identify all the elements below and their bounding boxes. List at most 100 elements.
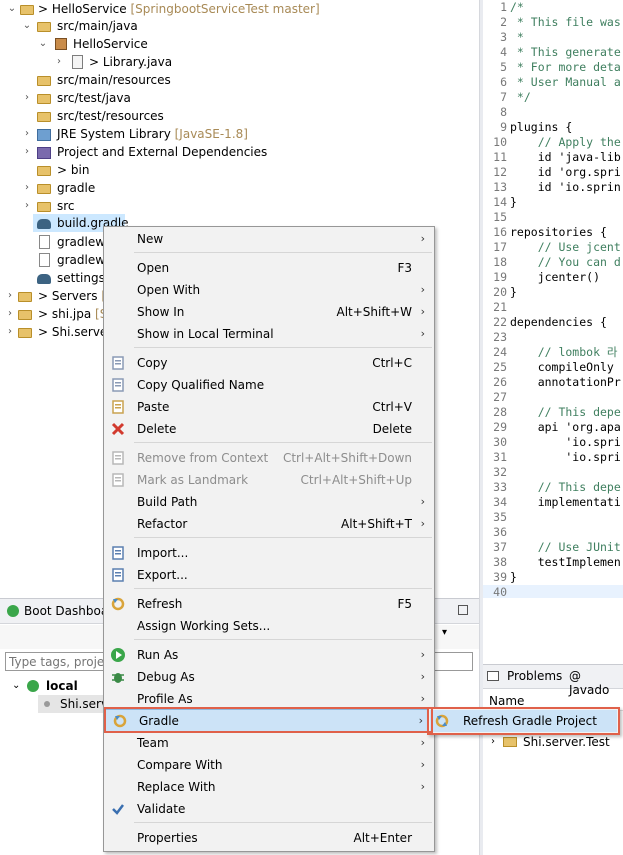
chevron-down-icon[interactable]: ⌄ <box>6 0 18 18</box>
menu-item-team[interactable]: Team › <box>104 732 434 754</box>
tree-item-bin[interactable]: > bin <box>0 161 479 179</box>
tree-item-shi-server-app[interactable]: Shi.serv <box>38 695 108 713</box>
tree-item-gradle[interactable]: › gradle <box>0 179 479 197</box>
code-line[interactable]: 28 // This depe <box>483 405 623 420</box>
chevron-right-icon[interactable]: › <box>21 179 33 197</box>
chevron-right-icon[interactable]: › <box>53 53 65 71</box>
chevron-right-icon[interactable]: › <box>4 323 16 341</box>
menu-item-compare-with[interactable]: Compare With › <box>104 754 434 776</box>
code-line[interactable]: 26 annotationPr <box>483 375 623 390</box>
code-line[interactable]: 36 <box>483 525 623 540</box>
tab-problems[interactable]: Problems <box>507 669 562 683</box>
chevron-right-icon[interactable]: › <box>21 197 33 215</box>
menu-item-show-in-local-terminal[interactable]: Show in Local Terminal › <box>104 323 434 345</box>
code-line[interactable]: 20} <box>483 285 623 300</box>
menu-item-remove-from-context[interactable]: Remove from Context Ctrl+Alt+Shift+Down <box>104 447 434 469</box>
code-line[interactable]: 23 <box>483 330 623 345</box>
tree-item-shi-jpa[interactable]: › > shi.jpa [S <box>0 305 110 323</box>
code-line[interactable]: 16 repositories { <box>483 225 623 240</box>
code-line[interactable]: 13 id 'io.sprin <box>483 180 623 195</box>
chevron-right-icon[interactable]: › <box>21 125 33 143</box>
view-menu-icon[interactable]: ▾ <box>442 627 447 638</box>
code-line[interactable]: 8 <box>483 105 623 120</box>
chevron-right-icon[interactable]: › <box>4 287 16 305</box>
tree-item-jre-system-library[interactable]: › JRE System Library [JavaSE-1.8] <box>0 125 479 143</box>
code-line[interactable]: 24 // lombok 라 <box>483 345 623 360</box>
code-line[interactable]: 31 'io.spri <box>483 450 623 465</box>
code-line[interactable]: 21 <box>483 300 623 315</box>
code-line[interactable]: 18 // You can d <box>483 255 623 270</box>
menu-item-assign-working-sets[interactable]: Assign Working Sets... <box>104 615 434 637</box>
tree-item-servers[interactable]: › > Servers [S <box>0 287 114 305</box>
menu-item-refactor[interactable]: Refactor Alt+Shift+T › <box>104 513 434 535</box>
menu-item-replace-with[interactable]: Replace With › <box>104 776 434 798</box>
menu-item-show-in[interactable]: Show In Alt+Shift+W › <box>104 301 434 323</box>
tree-item-src-main-resources[interactable]: src/main/resources <box>0 71 479 89</box>
menu-item-open[interactable]: Open F3 <box>104 257 434 279</box>
chevron-right-icon[interactable]: › <box>21 89 33 107</box>
tree-item-src-test-resources[interactable]: src/test/resources <box>0 107 479 125</box>
tree-item-src[interactable]: › src <box>0 197 479 215</box>
chevron-right-icon[interactable]: › <box>21 143 33 161</box>
menu-item-run-as[interactable]: Run As › <box>104 644 434 666</box>
code-line[interactable]: 5 * For more deta <box>483 60 623 75</box>
code-line[interactable]: 9 plugins { <box>483 120 623 135</box>
menu-item-mark-as-landmark[interactable]: Mark as Landmark Ctrl+Alt+Shift+Up <box>104 469 434 491</box>
tree-item-gradlew-bat[interactable]: gradlew. <box>0 251 110 269</box>
code-line[interactable]: 14} <box>483 195 623 210</box>
menu-item-import[interactable]: Import... <box>104 542 434 564</box>
code-line[interactable]: 12 id 'org.spri <box>483 165 623 180</box>
code-line[interactable]: 3 * <box>483 30 623 45</box>
code-line[interactable]: 10 // Apply the <box>483 135 623 150</box>
menu-item-open-with[interactable]: Open With › <box>104 279 434 301</box>
tree-item-src-test-java[interactable]: › src/test/java <box>0 89 479 107</box>
code-line[interactable]: 1/* <box>483 0 623 15</box>
tree-item-library-java[interactable]: › > Library.java <box>0 53 479 71</box>
code-line[interactable]: 19 jcenter() <box>483 270 623 285</box>
code-line[interactable]: 27 <box>483 390 623 405</box>
code-line[interactable]: 34 implementati <box>483 495 623 510</box>
tree-item-package-helloservice[interactable]: ⌄ HelloService <box>0 35 479 53</box>
chevron-down-icon[interactable]: ⌄ <box>12 677 20 695</box>
maximize-icon[interactable] <box>458 605 468 615</box>
code-line[interactable]: 4 * This generate <box>483 45 623 60</box>
code-line[interactable]: 33 // This depe <box>483 480 623 495</box>
code-line[interactable]: 11 id 'java-lib <box>483 150 623 165</box>
problems-row[interactable]: › Shi.server.Test <box>491 733 623 751</box>
tree-item-project-external-dependencies[interactable]: › Project and External Dependencies <box>0 143 479 161</box>
code-line[interactable]: 22 dependencies { <box>483 315 623 330</box>
code-line[interactable]: 37 // Use JUnit <box>483 540 623 555</box>
tab-javadoc[interactable]: @ Javado <box>569 669 623 697</box>
code-editor[interactable]: 1/* 2 * This file was 3 * 4 * This generate… <box>483 0 623 598</box>
menu-item-copy[interactable]: Copy Ctrl+C <box>104 352 434 374</box>
menu-item-profile-as[interactable]: Profile As › <box>104 688 434 710</box>
code-line[interactable]: 39} <box>483 570 623 585</box>
code-line[interactable]: 6 * User Manual a <box>483 75 623 90</box>
code-line[interactable]: 17 // Use jcent <box>483 240 623 255</box>
code-line[interactable]: 30 'io.spri <box>483 435 623 450</box>
code-line[interactable]: 40 <box>483 585 623 598</box>
code-line[interactable]: 15 <box>483 210 623 225</box>
chevron-right-icon[interactable]: › <box>491 733 495 751</box>
menu-item-export[interactable]: Export... <box>104 564 434 586</box>
menu-item-copy-qualified-name[interactable]: Copy Qualified Name <box>104 374 434 396</box>
code-line[interactable]: 25 compileOnly <box>483 360 623 375</box>
menu-item-paste[interactable]: Paste Ctrl+V <box>104 396 434 418</box>
refresh-gradle-project-item[interactable]: Refresh Gradle Project <box>430 710 617 732</box>
col-name-header[interactable]: Name <box>489 694 524 708</box>
tab-boot-dashboard[interactable]: Boot Dashboa <box>24 604 108 618</box>
menu-item-build-path[interactable]: Build Path › <box>104 491 434 513</box>
menu-item-refresh[interactable]: Refresh F5 <box>104 593 434 615</box>
chevron-right-icon[interactable]: › <box>4 305 16 323</box>
code-line[interactable]: 29 api 'org.apa <box>483 420 623 435</box>
menu-item-new[interactable]: New › <box>104 228 434 250</box>
menu-item-delete[interactable]: Delete Delete <box>104 418 434 440</box>
code-line[interactable]: 7 */ <box>483 90 623 105</box>
code-line[interactable]: 35 <box>483 510 623 525</box>
code-line[interactable]: 32 <box>483 465 623 480</box>
menu-item-debug-as[interactable]: Debug As › <box>104 666 434 688</box>
menu-item-properties[interactable]: Properties Alt+Enter <box>104 827 434 849</box>
menu-item-validate[interactable]: Validate <box>104 798 434 820</box>
chevron-down-icon[interactable]: ⌄ <box>37 35 49 53</box>
tree-item-shi-server[interactable]: › > Shi.server <box>0 323 112 341</box>
